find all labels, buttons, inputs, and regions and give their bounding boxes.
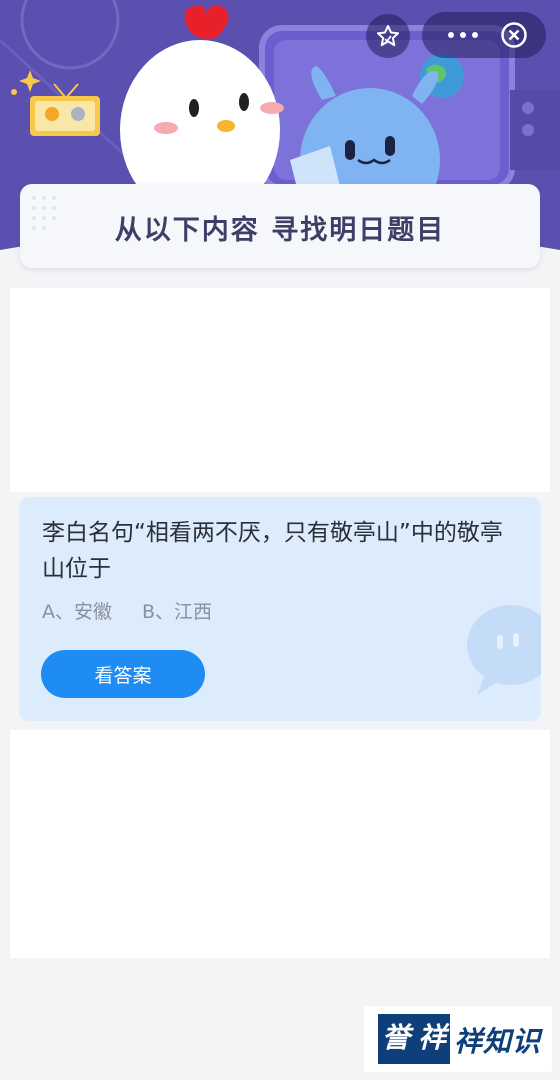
content-panel-top bbox=[10, 288, 550, 492]
option-b: B、江西 bbox=[142, 601, 213, 623]
content-panel-bottom bbox=[10, 730, 550, 958]
watermark-text: 祥知识 bbox=[454, 1025, 542, 1058]
watermark-char-1: 誉 bbox=[381, 1021, 410, 1054]
banner: 从以下内容 寻找明日题目 bbox=[20, 184, 540, 268]
ghost-mascot-icon bbox=[467, 605, 541, 695]
see-answer-button[interactable]: 看答案 bbox=[41, 650, 205, 698]
watermark-logo: 誉 祥 祥知识 bbox=[364, 1006, 552, 1072]
favorite-button[interactable] bbox=[366, 14, 410, 58]
banner-title: 从以下内容 寻找明日题目 bbox=[114, 215, 446, 246]
watermark-char-2: 祥 bbox=[417, 1021, 446, 1054]
capsule-menu bbox=[422, 12, 546, 58]
question-text: 李白名句“相看两不厌，只有敬亭山”中的敬亭山位于 bbox=[42, 520, 503, 582]
close-circle-icon[interactable] bbox=[500, 21, 528, 49]
star-icon bbox=[377, 25, 399, 47]
question-card: 李白名句“相看两不厌，只有敬亭山”中的敬亭山位于 A、安徽 B、江西 看答案 bbox=[19, 497, 541, 721]
header: 从以下内容 寻找明日题目 bbox=[0, 0, 560, 290]
more-dots-icon[interactable] bbox=[434, 12, 492, 58]
option-a: A、安徽 bbox=[42, 601, 112, 623]
options: A、安徽 B、江西 bbox=[42, 597, 212, 624]
